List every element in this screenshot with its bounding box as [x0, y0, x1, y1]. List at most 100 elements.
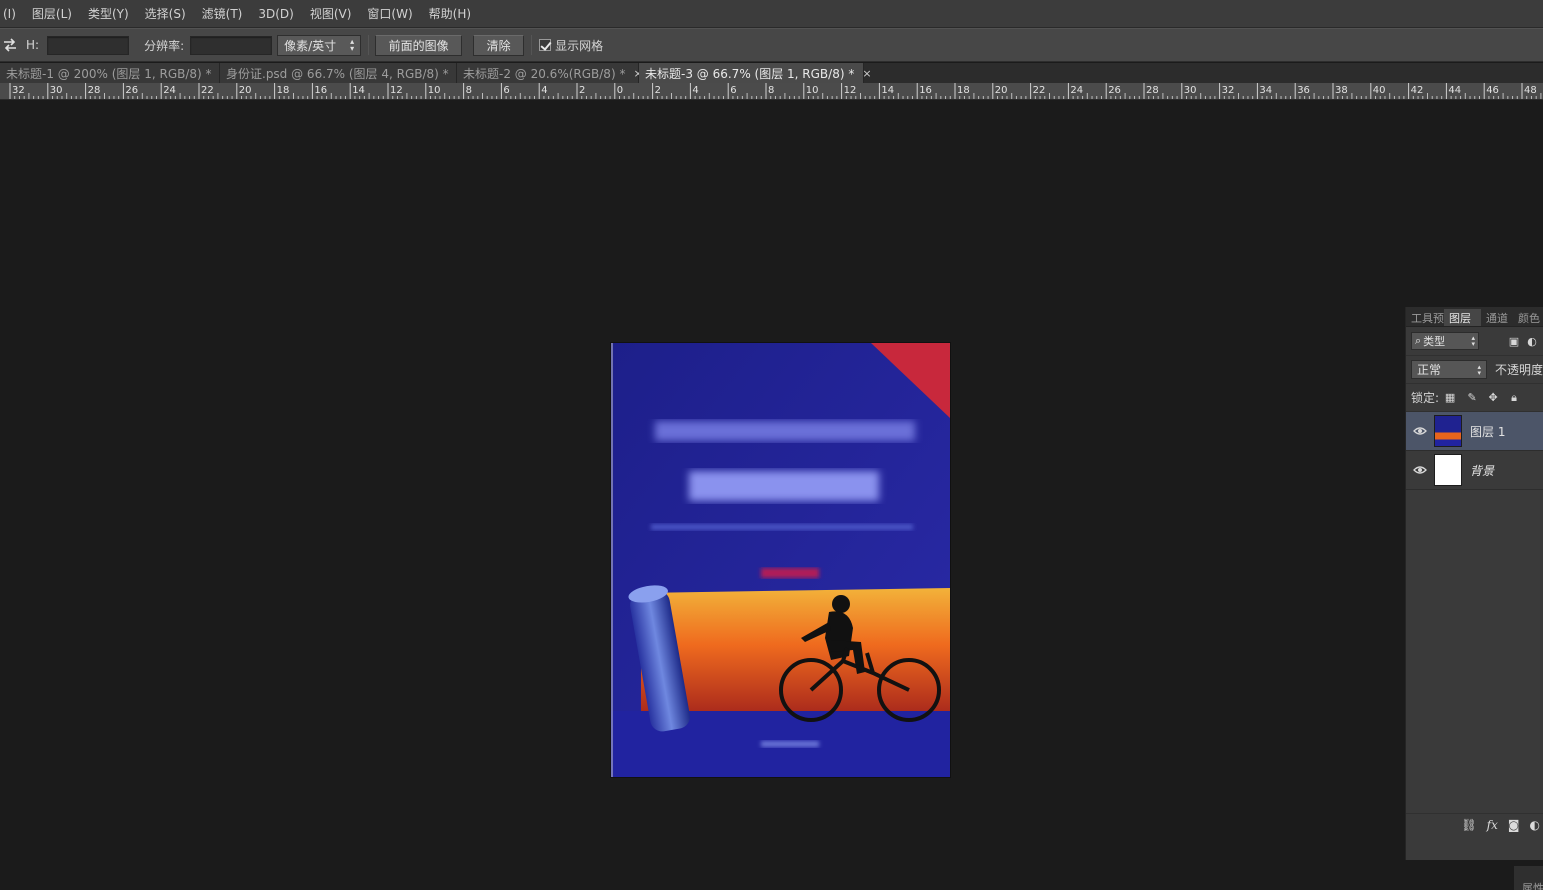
ruler-label: 24 [1070, 85, 1083, 96]
resolution-input[interactable] [190, 36, 272, 55]
menu-window[interactable]: 窗口(W) [359, 0, 420, 28]
menu-filter[interactable]: 滤镜(T) [194, 0, 251, 28]
lock-transparency-icon[interactable]: ▦ [1443, 391, 1457, 405]
lock-paint-icon[interactable]: ✎ [1465, 391, 1479, 405]
layer-thumbnail [1434, 454, 1462, 486]
ruler-label: 12 [844, 85, 857, 96]
document-canvas[interactable] [611, 343, 950, 777]
menu-view[interactable]: 视图(V) [302, 0, 360, 28]
adjustment-filter-icon[interactable]: ◐ [1525, 334, 1539, 348]
separator [531, 35, 532, 55]
layer-row-layer1[interactable]: 图层 1 [1406, 412, 1543, 451]
close-icon[interactable]: × [862, 67, 871, 80]
tab-label: 身份证.psd @ 66.7% (图层 4, RGB/8) * [226, 65, 449, 82]
ruler-label: 10 [428, 85, 441, 96]
properties-panel-tab[interactable]: 属性 [1514, 866, 1543, 890]
blend-mode-value: 正常 [1417, 361, 1441, 378]
ruler-label: 36 [1297, 85, 1310, 96]
ruler-label: 16 [314, 85, 327, 96]
menu-select[interactable]: 选择(S) [137, 0, 194, 28]
eye-icon[interactable] [1406, 426, 1434, 436]
filter-row: ⌕ 类型 ▴▾ ▣ ◐ [1406, 327, 1543, 356]
height-label: H: [26, 38, 39, 52]
canvas-area[interactable] [0, 100, 1405, 890]
tab-label: 未标题-3 @ 66.7% (图层 1, RGB/8) * [645, 65, 854, 82]
blend-mode-select[interactable]: 正常 ▴▾ [1411, 360, 1487, 379]
menu-layer[interactable]: 图层(L) [24, 0, 80, 28]
lock-position-icon[interactable]: ✥ [1486, 391, 1500, 405]
layer-name[interactable]: 图层 1 [1470, 423, 1505, 440]
ruler-label: 40 [1373, 85, 1386, 96]
clear-button[interactable]: 清除 [473, 35, 524, 56]
units-select[interactable]: 像素/英寸 ▴▾ [277, 35, 361, 56]
ruler-label: 26 [125, 85, 138, 96]
ruler-label: 10 [806, 85, 819, 96]
book-cover-image [611, 343, 950, 777]
mask-icon[interactable]: ◙ [1508, 818, 1520, 832]
ruler-label: 14 [352, 85, 365, 96]
document-tab-active[interactable]: 未标题-3 @ 66.7% (图层 1, RGB/8) * × [639, 63, 864, 83]
panel-tab-bar: 工具预设 图层 通道 颜色 [1406, 307, 1543, 327]
image-filter-icon[interactable]: ▣ [1507, 334, 1521, 348]
updown-icon: ▴▾ [1471, 335, 1475, 347]
menu-item[interactable]: (I) [0, 0, 24, 28]
show-grid-label: 显示网格 [555, 37, 603, 54]
ruler-label: 4 [692, 85, 698, 96]
menu-type[interactable]: 类型(Y) [80, 0, 137, 28]
ruler-label: 6 [503, 85, 509, 96]
tab-label: 未标题-2 @ 20.6%(RGB/8) * [463, 65, 625, 82]
document-tab[interactable]: 未标题-2 @ 20.6%(RGB/8) * × [457, 63, 639, 83]
units-value: 像素/英寸 [284, 37, 336, 54]
menu-help[interactable]: 帮助(H) [421, 0, 479, 28]
show-grid-checkbox[interactable] [539, 39, 551, 51]
layer-name[interactable]: 背景 [1470, 462, 1494, 479]
horizontal-ruler[interactable]: 3230282624222018161412108642024681012141… [0, 83, 1543, 100]
lock-all-icon[interactable]: 🔒︎ [1507, 391, 1521, 405]
ruler-scale: 3230282624222018161412108642024681012141… [0, 83, 1543, 100]
layer-thumbnail [1434, 415, 1462, 447]
document-tab[interactable]: 未标题-1 @ 200% (图层 1, RGB/8) * × [0, 63, 220, 83]
ruler-label: 2 [655, 85, 661, 96]
menu-3d[interactable]: 3D(D) [250, 0, 301, 28]
tab-tool-presets[interactable]: 工具预设 [1406, 309, 1444, 326]
ruler-label: 18 [277, 85, 290, 96]
height-input[interactable] [47, 36, 129, 55]
menu-bar: (I) 图层(L) 类型(Y) 选择(S) 滤镜(T) 3D(D) 视图(V) … [0, 0, 1543, 28]
front-image-button[interactable]: 前面的图像 [375, 35, 462, 56]
document-tab-bar: 未标题-1 @ 200% (图层 1, RGB/8) * × 身份证.psd @… [0, 63, 1543, 83]
ruler-label: 28 [88, 85, 101, 96]
ruler-label: 20 [239, 85, 252, 96]
ruler-label: 2 [579, 85, 585, 96]
resolution-label: 分辨率: [144, 37, 184, 54]
swap-icon[interactable] [2, 37, 18, 53]
filter-value: 类型 [1421, 333, 1471, 349]
tab-channels[interactable]: 通道 [1481, 309, 1513, 326]
ruler-label: 38 [1335, 85, 1348, 96]
ruler-label: 0 [617, 85, 623, 96]
layer-row-background[interactable]: 背景 [1406, 451, 1543, 490]
layers-panel: 工具预设 图层 通道 颜色 ⌕ 类型 ▴▾ ▣ ◐ 正常 ▴▾ 不透明度 锁定:… [1405, 307, 1543, 860]
ruler-label: 20 [995, 85, 1008, 96]
adjustment-icon[interactable]: ◐ [1530, 818, 1540, 832]
eye-icon[interactable] [1406, 465, 1434, 475]
ruler-label: 32 [1222, 85, 1235, 96]
ruler-label: 12 [390, 85, 403, 96]
ruler-label: 16 [919, 85, 932, 96]
layer-filter-select[interactable]: ⌕ 类型 ▴▾ [1411, 332, 1479, 350]
tab-layers[interactable]: 图层 [1444, 309, 1481, 326]
document-tab[interactable]: 身份证.psd @ 66.7% (图层 4, RGB/8) * × [220, 63, 457, 83]
options-bar: H: 分辨率: 像素/英寸 ▴▾ 前面的图像 清除 显示网格 [0, 28, 1543, 62]
ruler-label: 30 [50, 85, 63, 96]
ruler-label: 32 [12, 85, 25, 96]
ruler-label: 24 [163, 85, 176, 96]
lock-row: 锁定: ▦ ✎ ✥ 🔒︎ [1406, 384, 1543, 412]
fx-icon[interactable]: fx [1487, 818, 1498, 832]
ruler-label: 30 [1184, 85, 1197, 96]
ruler-label: 8 [466, 85, 472, 96]
link-icon[interactable]: ⛓ [1461, 818, 1476, 832]
ruler-label: 4 [541, 85, 547, 96]
ruler-label: 44 [1448, 85, 1461, 96]
tab-color[interactable]: 颜色 [1513, 309, 1543, 326]
ruler-label: 18 [957, 85, 970, 96]
blend-row: 正常 ▴▾ 不透明度 [1406, 356, 1543, 384]
